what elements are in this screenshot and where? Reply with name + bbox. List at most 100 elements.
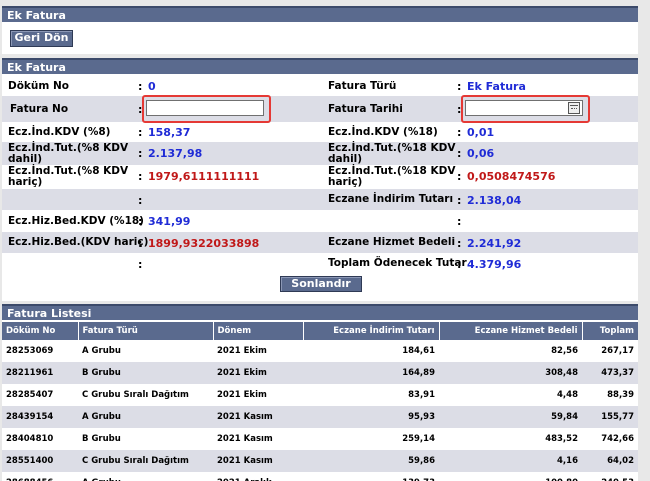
service-excl-value: 1899,9322033898 (148, 237, 260, 250)
colon: : (138, 126, 143, 139)
top-panel: Ek Fatura Geri Dön (2, 6, 638, 54)
col-total[interactable]: Toplam (582, 322, 638, 340)
service-kdv-label: Ecz.Hiz.Bed.KDV (%18) (8, 215, 144, 227)
doc-no-label: Döküm No (8, 80, 69, 92)
table-row[interactable]: 28253069 A Grubu 2021 Ekim 184,61 82,56 … (2, 340, 638, 362)
cell-total: 240,53 (582, 472, 638, 481)
cell-discount: 259,14 (402, 434, 435, 444)
cell-service-fee: 4,48 (557, 390, 578, 400)
cell-total: 742,66 (601, 434, 634, 444)
invoice-no-input[interactable] (146, 100, 264, 116)
cell-service-fee: 483,52 (545, 434, 578, 444)
tut8-incl-label: Ecz.İnd.Tut.(%8 KDV dahil) (8, 142, 129, 165)
invoice-date-label: Fatura Tarihi (328, 103, 403, 115)
colon: : (138, 237, 143, 250)
col-invoice-type[interactable]: Fatura Türü (78, 322, 214, 340)
col-doc-no[interactable]: Döküm No (2, 322, 79, 340)
colon: : (138, 147, 143, 160)
cell-discount: 184,61 (402, 346, 435, 356)
finish-button[interactable]: Sonlandır (280, 276, 362, 292)
tut18-incl-value: 0,06 (467, 147, 495, 160)
colon: : (138, 194, 143, 207)
cell-doc-no: 28211961 (2, 362, 78, 384)
colon: : (138, 170, 143, 183)
colon: : (138, 215, 143, 228)
invoice-type-label: Fatura Türü (328, 80, 397, 92)
form-row-doc-no: Döküm No : 0 Fatura Türü : Ek Fatura (2, 76, 638, 96)
cell-total: 267,17 (601, 346, 634, 356)
tut18-incl-label: Ecz.İnd.Tut.(%18 KDV dahil) (328, 142, 456, 165)
tut18-excl-label: Ecz.İnd.Tut.(%18 KDV hariç) (328, 165, 456, 188)
colon: : (457, 170, 462, 183)
cell-doc-no: 28253069 (6, 346, 54, 356)
cell-discount: 95,93 (303, 406, 439, 428)
cell-discount: 164,89 (303, 362, 439, 384)
form-row-invoice-no: Fatura No : Fatura Tarihi : (2, 95, 638, 123)
colon: : (457, 215, 462, 228)
cell-doc-no: 28404810 (6, 434, 54, 444)
cell-doc-no: 28688456 (2, 472, 78, 481)
calendar-icon[interactable] (568, 102, 580, 114)
page-title: Ek Fatura (2, 6, 638, 22)
tut8-excl-label: Ecz.İnd.Tut.(%8 KDV hariç) (8, 165, 129, 188)
table-header-row: Döküm No Fatura Türü Dönem Eczane İndiri… (2, 322, 638, 340)
cell-discount: 139,73 (303, 472, 439, 481)
form-row-discount: : Eczane İndirim Tutarı : 2.138,04 (2, 189, 638, 210)
table-row[interactable]: 28439154 A Grubu 2021 Kasım 95,93 59,84 … (2, 406, 638, 428)
cell-invoice-type: A Grubu (78, 406, 213, 428)
cell-discount: 83,91 (408, 390, 435, 400)
table-row[interactable]: 28688456 A Grubu 2021 Aralık 139,73 100,… (2, 472, 638, 481)
cell-period: 2021 Aralık (213, 472, 303, 481)
kdv18-value: 0,01 (467, 126, 495, 139)
cell-invoice-type: A Grubu (82, 346, 121, 356)
cell-service-fee: 308,48 (439, 362, 582, 384)
service-fee-value: 2.241,92 (467, 237, 522, 250)
back-button[interactable]: Geri Dön (10, 30, 73, 47)
cell-period: 2021 Kasım (217, 434, 273, 444)
service-excl-label: Ecz.Hiz.Bed.(KDV hariç) (8, 236, 149, 248)
cell-period: 2021 Ekim (217, 346, 267, 356)
invoice-table: Döküm No Fatura Türü Dönem Eczane İndiri… (2, 322, 638, 481)
invoice-date-input[interactable] (465, 100, 583, 116)
table-row[interactable]: 28551400 C Grubu Sıralı Dağıtım 2021 Kas… (2, 450, 638, 472)
cell-invoice-type: A Grubu (78, 472, 213, 481)
col-discount[interactable]: Eczane İndirim Tutarı (303, 322, 440, 340)
colon: : (457, 194, 462, 207)
form-row-total: : Toplam Ödenecek Tutar : 4.379,96 (2, 253, 638, 274)
cell-discount: 59,86 (303, 450, 439, 472)
tut8-excl-value: 1979,6111111111 (148, 170, 260, 183)
cell-service-fee: 82,56 (551, 346, 578, 356)
doc-no-value: 0 (148, 80, 156, 93)
colon: : (457, 237, 462, 250)
service-kdv-value: 341,99 (148, 215, 191, 228)
cell-period: 2021 Ekim (213, 362, 303, 384)
cell-period: 2021 Kasım (213, 406, 303, 428)
colon: : (457, 126, 462, 139)
cell-total: 64,02 (582, 450, 638, 472)
colon: : (138, 258, 143, 271)
table-row[interactable]: 28211961 B Grubu 2021 Ekim 164,89 308,48… (2, 362, 638, 384)
invoice-no-label: Fatura No (10, 103, 69, 115)
discount-total-label: Eczane İndirim Tutarı (328, 193, 454, 205)
col-period[interactable]: Dönem (213, 322, 304, 340)
kdv8-label: Ecz.İnd.KDV (%8) (8, 126, 111, 138)
page: Ek Fatura Geri Dön Ek Fatura Döküm No : … (0, 0, 650, 481)
form-row-kdv: Ecz.İnd.KDV (%8) : 158,37 Ecz.İnd.KDV (%… (2, 122, 638, 142)
cell-period: 2021 Kasım (213, 450, 303, 472)
colon: : (138, 80, 143, 93)
cell-service-fee: 100,80 (439, 472, 582, 481)
table-row[interactable]: 28404810 B Grubu 2021 Kasım 259,14 483,5… (2, 428, 638, 450)
form-title: Ek Fatura (2, 58, 638, 74)
cell-invoice-type: C Grubu Sıralı Dağıtım (82, 390, 189, 400)
colon: : (457, 147, 462, 160)
col-service-fee[interactable]: Eczane Hizmet Bedeli (439, 322, 583, 340)
cell-doc-no: 28285407 (6, 390, 54, 400)
form-row-tut-incl: Ecz.İnd.Tut.(%8 KDV dahil) : 2.137,98 Ecz… (2, 142, 638, 165)
table-row[interactable]: 28285407 C Grubu Sıralı Dağıtım 2021 Eki… (2, 384, 638, 406)
form-row-tut-excl: Ecz.İnd.Tut.(%8 KDV hariç) : 1979,6111111… (2, 165, 638, 189)
kdv18-label: Ecz.İnd.KDV (%18) (328, 126, 438, 138)
cell-period: 2021 Ekim (217, 390, 267, 400)
colon: : (457, 80, 462, 93)
scrollbar[interactable] (640, 6, 650, 481)
cell-service-fee: 59,84 (439, 406, 582, 428)
